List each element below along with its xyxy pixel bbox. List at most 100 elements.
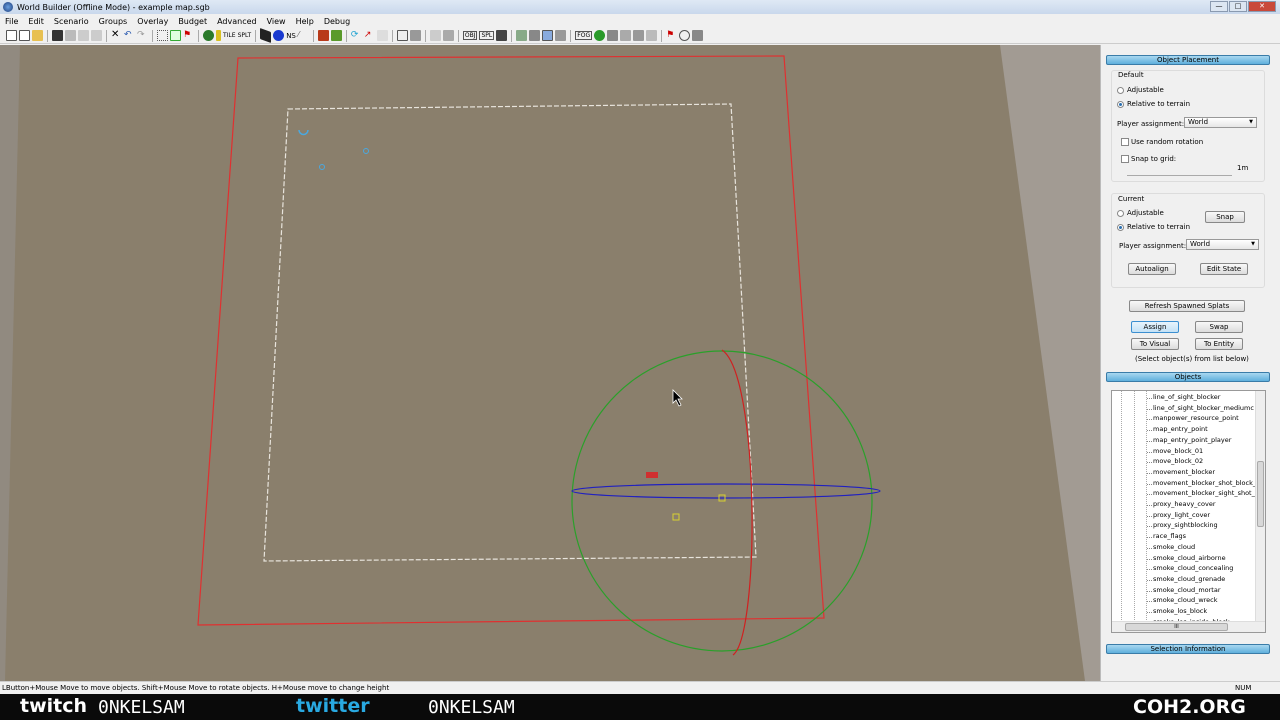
menu-advanced[interactable]: Advanced [212, 17, 262, 26]
default-adjustable-radio[interactable] [1117, 87, 1124, 94]
object-list-item[interactable]: smoke_cloud [1146, 543, 1195, 551]
current-relative-radio[interactable] [1117, 224, 1124, 231]
splat-tool[interactable]: SPLT [238, 32, 252, 39]
misc1-icon[interactable] [607, 30, 619, 41]
object-list-item[interactable]: map_entry_point_player [1146, 436, 1231, 444]
menu-groups[interactable]: Groups [94, 17, 133, 26]
map-viewport[interactable] [0, 45, 1100, 681]
ter-icon[interactable] [376, 30, 388, 41]
object-mode-icon[interactable] [170, 30, 181, 41]
object-list-item[interactable]: map_entry_point [1147, 425, 1208, 433]
object-list-item[interactable]: smoke_cloud_wreck [1147, 596, 1218, 604]
pattern2-icon[interactable] [529, 30, 541, 41]
cut-icon[interactable] [65, 30, 76, 41]
random-rotation-checkbox[interactable] [1121, 138, 1129, 146]
save-icon[interactable] [52, 30, 63, 41]
open-icon[interactable] [32, 30, 43, 41]
flag-icon[interactable]: ⚑ [183, 30, 194, 41]
refresh-splats-button[interactable]: Refresh Spawned Splats [1129, 300, 1245, 312]
grid-size-slider[interactable] [1127, 175, 1232, 176]
selection-info-header[interactable]: Selection Information [1106, 644, 1270, 654]
ns-tool[interactable]: NS [286, 32, 296, 40]
object-list-item[interactable]: manpower_resource_point [1147, 414, 1239, 422]
objects-header[interactable]: Objects [1106, 372, 1270, 382]
object-placement-header[interactable]: Object Placement [1106, 55, 1270, 65]
misc4-icon[interactable] [646, 30, 658, 41]
objects-tree[interactable]: line_of_sight_blocker line_of_sight_block… [1111, 390, 1266, 633]
redo-icon[interactable]: ↷ [137, 30, 148, 41]
menu-help[interactable]: Help [291, 17, 319, 26]
snap-grid-checkbox[interactable] [1121, 155, 1129, 163]
sector-icon[interactable] [442, 30, 454, 41]
menu-view[interactable]: View [262, 17, 291, 26]
fog-toggle[interactable]: FOG [575, 31, 593, 40]
vertical-scroll-thumb[interactable] [1257, 461, 1264, 527]
menu-edit[interactable]: Edit [23, 17, 49, 26]
obj-toggle[interactable]: OBJ [462, 31, 478, 40]
image-icon[interactable] [542, 30, 554, 41]
object-list-item[interactable]: proxy_heavy_cover [1147, 500, 1216, 508]
to-visual-button[interactable]: To Visual [1131, 338, 1179, 350]
current-player-select[interactable]: World [1186, 239, 1259, 250]
default-player-select[interactable]: World [1184, 117, 1257, 128]
current-adjustable-radio[interactable] [1117, 210, 1124, 217]
snap-button[interactable]: Snap [1205, 211, 1245, 223]
edit-state-button[interactable]: Edit State [1200, 263, 1248, 275]
tree-icon[interactable] [203, 30, 214, 41]
default-relative-radio[interactable] [1117, 101, 1124, 108]
object-list-item[interactable]: smoke_cloud_airborne [1147, 554, 1226, 562]
object-list-item[interactable]: smoke_cloud_concealing [1146, 564, 1233, 572]
help-icon[interactable] [679, 30, 691, 41]
delete-icon[interactable]: ✕ [111, 30, 122, 41]
horizontal-scroll-thumb[interactable]: III [1125, 623, 1228, 631]
new-file-icon[interactable] [19, 30, 30, 41]
object-list-item[interactable]: movement_blocker_shot_block_ [1146, 479, 1256, 487]
spl-toggle[interactable]: SPL [479, 31, 495, 40]
road-toggle-icon[interactable] [496, 30, 508, 41]
object-list-item[interactable]: line_of_sight_blocker [1146, 393, 1220, 401]
object-list-item[interactable]: line_of_sight_blocker_mediumc [1147, 404, 1254, 412]
to-entity-button[interactable]: To Entity [1195, 338, 1243, 350]
grid-icon[interactable] [396, 30, 408, 41]
swap-button[interactable]: Swap [1195, 321, 1243, 333]
menu-debug[interactable]: Debug [319, 17, 355, 26]
rotate-icon[interactable]: ⟳ [351, 30, 362, 41]
selected-object[interactable] [646, 472, 658, 478]
menu-file[interactable]: File [0, 17, 23, 26]
arrow-icon[interactable]: ↗ [364, 30, 375, 41]
road-icon[interactable] [260, 27, 272, 44]
paste-icon[interactable] [91, 30, 102, 41]
map-canvas[interactable] [0, 45, 1100, 681]
menu-overlay[interactable]: Overlay [132, 17, 173, 26]
vertical-scrollbar[interactable] [1255, 391, 1265, 623]
menu-scenario[interactable]: Scenario [49, 17, 94, 26]
object-list-item[interactable]: smoke_los_block [1146, 607, 1207, 615]
object-list-item[interactable]: proxy_sightblocking [1147, 521, 1218, 529]
object-list-item[interactable]: movement_blocker_sight_shot_ [1147, 489, 1255, 497]
copy-icon[interactable] [78, 30, 89, 41]
object-list-item[interactable]: move_block_01 [1146, 447, 1203, 455]
select-icon[interactable] [157, 30, 168, 41]
water-icon[interactable] [273, 30, 285, 41]
image2-icon[interactable] [555, 30, 567, 41]
horizontal-scrollbar[interactable]: III [1112, 621, 1265, 632]
object-list-item[interactable]: smoke_cloud_grenade [1146, 575, 1225, 583]
close-button[interactable]: ✕ [1248, 1, 1276, 12]
undo-icon[interactable]: ↶ [124, 30, 135, 41]
pattern-icon[interactable] [516, 30, 528, 41]
marker-icon[interactable] [429, 30, 441, 41]
misc2-icon[interactable] [620, 30, 632, 41]
maximize-button[interactable]: □ [1229, 1, 1247, 12]
misc5-icon[interactable] [692, 30, 704, 41]
chart-icon[interactable] [330, 30, 342, 41]
slope-icon[interactable]: ⁄ [298, 30, 309, 41]
texture-icon[interactable] [409, 30, 421, 41]
object-list-item[interactable]: movement_blocker [1146, 468, 1215, 476]
light-icon[interactable] [216, 30, 221, 41]
assign-button[interactable]: Assign [1131, 321, 1179, 333]
object-list-item[interactable]: smoke_cloud_mortar [1147, 586, 1221, 594]
object-list-item[interactable]: race_flags [1146, 532, 1186, 540]
minimize-button[interactable]: — [1210, 1, 1228, 12]
flag2-icon[interactable]: ⚑ [666, 30, 677, 41]
autoalign-button[interactable]: Autoalign [1128, 263, 1176, 275]
